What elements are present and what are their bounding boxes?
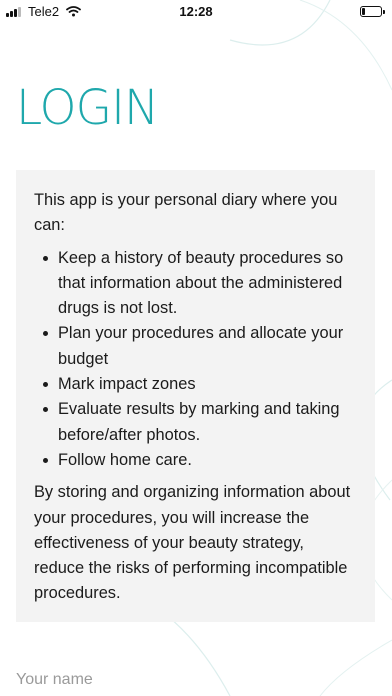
name-input[interactable] [16,666,376,694]
login-screen: Tele2 12:28 LOGIN This app is your perso… [0,0,392,696]
status-time: 12:28 [179,4,213,19]
feature-item: Evaluate results by marking and taking b… [34,397,357,448]
description-outro: By storing and organizing information ab… [34,483,351,603]
feature-list: Keep a history of beauty procedures so t… [34,246,357,474]
description-intro: This app is your personal diary where yo… [34,191,338,235]
feature-item: Mark impact zones [34,372,357,397]
feature-item: Plan your procedures and allocate your b… [34,321,357,372]
page-title: LOGIN [16,80,159,136]
app-description-panel: This app is your personal diary where yo… [16,170,375,622]
feature-item: Follow home care. [34,448,357,473]
battery-level [362,8,366,15]
battery-icon [360,6,385,17]
status-bar: Tele2 12:28 [0,0,392,24]
feature-item: Keep a history of beauty procedures so t… [34,246,357,322]
